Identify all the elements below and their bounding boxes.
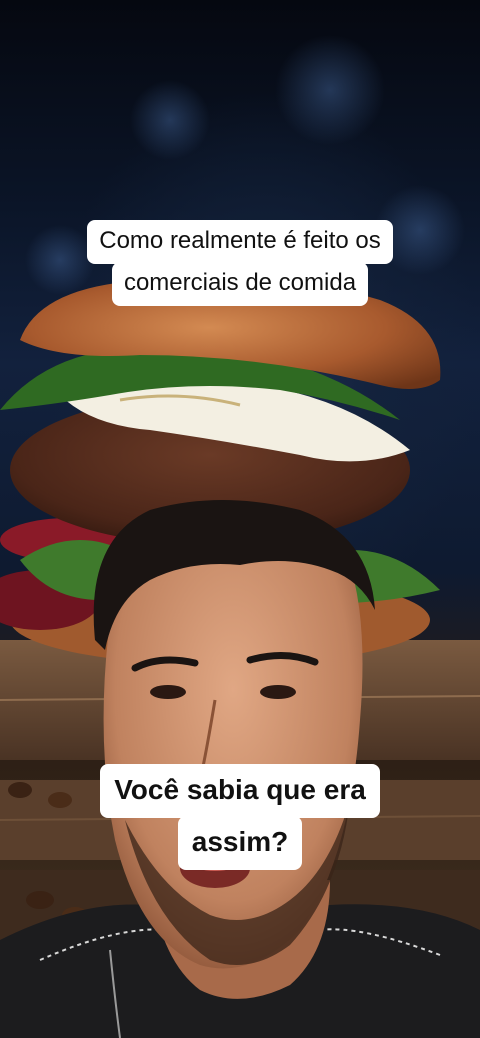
right-eye: [260, 685, 296, 699]
left-eye: [150, 685, 186, 699]
caption-top: Como realmente é feito os comerciais de …: [0, 220, 480, 306]
caption-top-line-1: Como realmente é feito os: [87, 220, 393, 264]
caption-bottom-line-2: assim?: [177, 816, 303, 870]
video-frame: Como realmente é feito os comerciais de …: [0, 0, 480, 1038]
caption-bottom: Você sabia que era assim?: [0, 764, 480, 870]
caption-bottom-line-1: Você sabia que era: [100, 764, 380, 818]
caption-top-line-2: comerciais de comida: [111, 262, 369, 306]
face-overlay: [0, 500, 480, 1038]
